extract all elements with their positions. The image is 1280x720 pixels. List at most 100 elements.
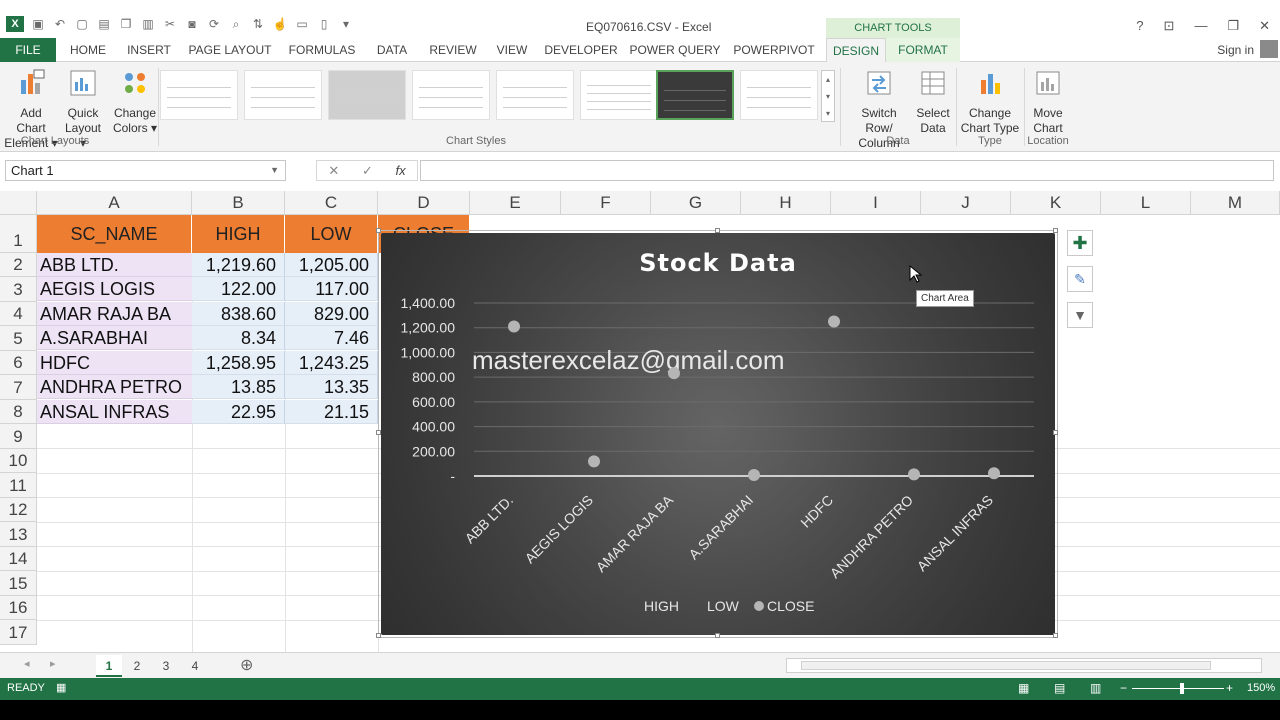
change-chart-type-button[interactable]: Change Chart Type [960,68,1020,136]
undo-icon[interactable]: ↶ [52,17,68,31]
chart-style-2[interactable] [244,70,322,120]
row-header-16[interactable]: 16 [0,596,37,620]
copy-icon[interactable]: ❐ [118,17,134,31]
change-colors-button[interactable]: Change Colors ▾ [112,68,158,136]
row-header-13[interactable]: 13 [0,522,37,547]
cell-c7[interactable]: 13.35 [285,375,378,399]
avatar[interactable] [1260,40,1278,58]
cell-a6[interactable]: HDFC [37,351,192,375]
cell-a8[interactable]: ANSAL INFRAS [37,400,192,424]
chart-style-8[interactable] [740,70,818,120]
pointer-icon[interactable]: ☝ [272,17,288,31]
new-file-icon[interactable]: ▢ [74,17,90,31]
row-header-1[interactable]: 1 [0,215,37,253]
resize-handle[interactable] [1053,228,1058,233]
cell-b1[interactable]: HIGH [192,215,285,253]
cell-a1[interactable]: SC_NAME [37,215,192,253]
chevron-down-icon[interactable]: ▼ [270,161,279,180]
select-data-button[interactable]: Select Data [914,68,952,136]
normal-view-icon[interactable]: ▦ [1018,681,1029,695]
cell-a3[interactable]: AEGIS LOGIS [37,277,192,301]
cell-b8[interactable]: 22.95 [192,400,285,424]
row-header-4[interactable]: 4 [0,302,37,326]
tab-file[interactable]: FILE [0,38,56,62]
tab-view[interactable]: VIEW [490,38,534,62]
column-header-j[interactable]: J [921,191,1011,215]
row-header-6[interactable]: 6 [0,351,37,375]
resize-handle[interactable] [1053,633,1058,638]
cell-c2[interactable]: 1,205.00 [285,253,378,277]
page-layout-view-icon[interactable]: ▤ [1054,681,1065,695]
row-header-15[interactable]: 15 [0,571,37,596]
cell-a4[interactable]: AMAR RAJA BA [37,302,192,326]
cell-b4[interactable]: 838.60 [192,302,285,326]
chart-styles-button[interactable]: ✎ [1067,266,1093,292]
cell-b2[interactable]: 1,219.60 [192,253,285,277]
tab-page-layout[interactable]: PAGE LAYOUT [186,38,274,62]
cell-b5[interactable]: 8.34 [192,326,285,350]
sheet-tab-1[interactable]: 1 [96,655,122,677]
column-header-b[interactable]: B [192,191,285,215]
tab-format[interactable]: FORMAT [886,38,960,62]
resize-handle[interactable] [376,633,381,638]
move-chart-button[interactable]: Move Chart [1028,68,1068,136]
scroll-left-icon[interactable]: ◂ [24,657,30,670]
column-header-a[interactable]: A [37,191,192,215]
sign-in-link[interactable]: Sign in [1217,43,1254,57]
zoom-level[interactable]: 150% [1247,682,1275,694]
resize-handle[interactable] [1053,430,1058,435]
cell-c3[interactable]: 117.00 [285,277,378,301]
zoom-slider[interactable] [1132,688,1224,689]
column-header-d[interactable]: D [378,191,470,215]
cell-a7[interactable]: ANDHRA PETRO [37,375,192,399]
row-header-5[interactable]: 5 [0,326,37,351]
tab-insert[interactable]: INSERT [122,38,176,62]
tab-formulas[interactable]: FORMULAS [284,38,360,62]
camera-icon[interactable]: ◙ [184,17,200,31]
row-header-7[interactable]: 7 [0,375,37,400]
column-header-i[interactable]: I [831,191,921,215]
open-folder-icon[interactable]: ▭ [294,17,310,31]
cell-b6[interactable]: 1,258.95 [192,351,285,375]
column-header-g[interactable]: G [651,191,741,215]
refresh-icon[interactable]: ⟳ [206,17,222,31]
chart-style-6[interactable] [580,70,658,120]
row-header-14[interactable]: 14 [0,547,37,571]
row-header-10[interactable]: 10 [0,449,37,473]
chart-filters-button[interactable]: ▼ [1067,302,1093,328]
row-header-12[interactable]: 12 [0,498,37,522]
row-header-17[interactable]: 17 [0,620,37,645]
enter-icon[interactable]: ✓ [362,163,373,179]
cell-c1[interactable]: LOW [285,215,378,253]
row-header-2[interactable]: 2 [0,253,37,277]
cell-c8[interactable]: 21.15 [285,400,378,424]
chart-style-4[interactable] [412,70,490,120]
sheet-tab-2[interactable]: 2 [124,655,150,677]
scrollbar-thumb[interactable] [801,661,1211,670]
column-header-e[interactable]: E [470,191,561,215]
sheet-tab-3[interactable]: 3 [153,655,179,677]
chart-style-7-selected[interactable] [656,70,734,120]
save-icon[interactable]: ▣ [30,17,46,31]
column-header-m[interactable]: M [1191,191,1280,215]
sheet-tab-4[interactable]: 4 [182,655,208,677]
blank-page-icon[interactable]: ▯ [316,17,332,31]
select-all-corner[interactable] [0,191,37,215]
column-header-c[interactable]: C [285,191,378,215]
cell-a2[interactable]: ABB LTD. [37,253,192,277]
chart-style-5[interactable] [496,70,574,120]
chart-styles-scroll[interactable]: ▴ ▾ ▾ [821,70,835,122]
minimize-icon[interactable]: — [1194,18,1207,34]
restore-icon[interactable]: ❐ [1227,18,1239,34]
search-icon[interactable]: ⌕ [228,17,244,31]
cell-c5[interactable]: 7.46 [285,326,378,350]
scroll-right-icon[interactable]: ▸ [50,657,56,670]
horizontal-scrollbar[interactable] [786,658,1262,673]
chart-elements-button[interactable]: ✚ [1067,230,1093,256]
page-break-view-icon[interactable]: ▥ [1090,681,1101,695]
resize-handle[interactable] [376,430,381,435]
zoom-in-icon[interactable]: + [1226,681,1233,695]
resize-handle[interactable] [715,228,720,233]
row-header-11[interactable]: 11 [0,473,37,498]
cell-b3[interactable]: 122.00 [192,277,285,301]
